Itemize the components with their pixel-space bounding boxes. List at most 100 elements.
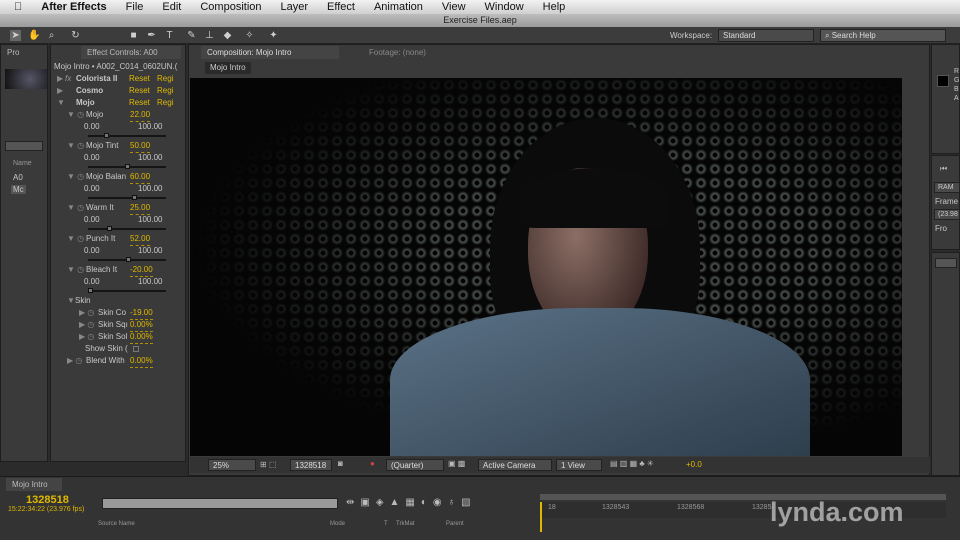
type-tool-icon[interactable]: T: [164, 30, 175, 41]
slider-knob[interactable]: [88, 288, 93, 293]
puppet-tool-icon[interactable]: ✦: [268, 30, 279, 41]
twirl-down-icon[interactable]: ▼ ◷: [67, 109, 84, 121]
param-slider[interactable]: [88, 257, 166, 262]
effect-row[interactable]: ▶ fx Colorista II Reset Regi: [55, 73, 183, 85]
source-name-header[interactable]: Source Name: [98, 521, 135, 527]
param-slider[interactable]: [88, 164, 166, 169]
tab-effect-controls[interactable]: Effect Controls: A00: [81, 46, 181, 59]
effect-row[interactable]: ▼ Mojo Reset Regi: [55, 97, 183, 109]
color-channels-icon[interactable]: ●: [370, 459, 375, 468]
magnification-select[interactable]: 25%: [208, 459, 256, 471]
param-slider[interactable]: [88, 133, 166, 138]
twirl-right-icon[interactable]: ▶ ◷: [79, 319, 94, 331]
snapshot-icon[interactable]: ◙: [338, 459, 343, 468]
skin-group[interactable]: ▼ Skin: [55, 295, 183, 307]
param-slider[interactable]: [88, 226, 166, 231]
slider-knob[interactable]: [132, 195, 138, 200]
twirl-down-icon[interactable]: ▼ ◷: [67, 202, 84, 214]
menu-file[interactable]: File: [126, 1, 144, 13]
project-search-input[interactable]: [5, 141, 43, 151]
param-slider[interactable]: [88, 195, 166, 200]
app-menu[interactable]: After Effects: [41, 1, 106, 13]
effects-search-input[interactable]: [935, 258, 957, 268]
twirl-right-icon[interactable]: ▶ ◷: [79, 331, 94, 343]
tab-footage[interactable]: Footage: (none): [363, 46, 426, 59]
twirl-right-icon[interactable]: ▶ ◷: [67, 355, 82, 367]
fx-icon[interactable]: fx: [65, 73, 71, 85]
slider-knob[interactable]: [104, 133, 110, 138]
tab-composition[interactable]: Composition: Mojo Intro: [201, 46, 339, 59]
slider-knob[interactable]: [126, 257, 132, 262]
menu-animation[interactable]: Animation: [374, 1, 423, 13]
clone-tool-icon[interactable]: ⊥: [204, 30, 215, 41]
twirl-down-icon[interactable]: ▼: [57, 97, 65, 109]
twirl-down-icon[interactable]: ▼ ◷: [67, 264, 84, 276]
tab-timeline-mojo-intro[interactable]: Mojo Intro: [6, 478, 62, 491]
tab-project[interactable]: Pro: [1, 46, 19, 59]
timeline-switches-icons[interactable]: ⇹▣◈▲▦◐◉♁▧: [346, 497, 477, 508]
menu-layer[interactable]: Layer: [281, 1, 309, 13]
region-of-interest-icon[interactable]: ▣ ▩: [448, 459, 465, 468]
first-frame-icon[interactable]: ⏮: [940, 164, 947, 174]
project-item[interactable]: A0: [13, 173, 23, 182]
hand-tool-icon[interactable]: ✋: [28, 30, 40, 41]
rectangle-tool-icon[interactable]: ■: [128, 30, 139, 41]
from-current-checkbox[interactable]: Fro: [935, 224, 947, 233]
twirl-right-icon[interactable]: ▶: [57, 73, 63, 85]
view-layout-select[interactable]: 1 View: [556, 459, 602, 471]
reset-link[interactable]: Reset: [129, 85, 150, 97]
param-slider[interactable]: [88, 288, 166, 293]
effect-row[interactable]: ▶ Cosmo Reset Regi: [55, 85, 183, 97]
composition-viewer[interactable]: [190, 78, 902, 456]
reset-link[interactable]: Reset: [129, 97, 150, 109]
resolution-select[interactable]: (Quarter): [386, 459, 444, 471]
register-link[interactable]: Regi: [157, 73, 173, 85]
zoom-tool-icon[interactable]: ⌕: [46, 30, 57, 41]
menu-view[interactable]: View: [442, 1, 466, 13]
register-link[interactable]: Regi: [157, 97, 173, 109]
pen-tool-icon[interactable]: ✒: [146, 30, 157, 41]
menu-window[interactable]: Window: [485, 1, 524, 13]
timeline-search-input[interactable]: [102, 498, 338, 509]
twirl-right-icon[interactable]: ▶: [57, 85, 63, 97]
brush-tool-icon[interactable]: ✎: [186, 30, 197, 41]
grid-icon[interactable]: ⊞ ⬚: [260, 460, 276, 469]
name-column-header[interactable]: Name: [13, 160, 32, 167]
param-value[interactable]: 0.00%: [130, 355, 153, 368]
frame-rate-select[interactable]: (23.98: [934, 209, 960, 220]
menu-edit[interactable]: Edit: [162, 1, 181, 13]
menu-help[interactable]: Help: [543, 1, 566, 13]
reset-link[interactable]: Reset: [129, 73, 150, 85]
slider-knob[interactable]: [125, 164, 130, 169]
menu-effect[interactable]: Effect: [327, 1, 355, 13]
twirl-down-icon[interactable]: ▼ ◷: [67, 233, 84, 245]
t-header[interactable]: T: [384, 521, 388, 527]
roto-tool-icon[interactable]: ✧: [244, 30, 255, 41]
parent-header[interactable]: Parent: [446, 521, 464, 527]
exposure-value[interactable]: +0.0: [686, 460, 702, 469]
twirl-right-icon[interactable]: ▶ ◷: [79, 307, 94, 319]
timeline-current-time[interactable]: 1328518: [26, 494, 69, 506]
camera-select[interactable]: Active Camera: [478, 459, 552, 471]
mode-header[interactable]: Mode: [330, 521, 345, 527]
view-options-icons[interactable]: ▤ ▥ ▦ ♣ ✳: [610, 459, 654, 468]
param-row: ▼ ◷ Mojo Tint 50.00: [55, 140, 183, 153]
current-time-indicator[interactable]: [540, 502, 546, 532]
show-skin-checkbox[interactable]: [133, 346, 139, 352]
search-help-input[interactable]: ⌕ Search Help: [820, 29, 946, 42]
slider-knob[interactable]: [106, 226, 112, 231]
current-time-display[interactable]: 1328518: [290, 459, 332, 471]
ram-preview-button[interactable]: RAM: [934, 182, 960, 193]
twirl-down-icon[interactable]: ▼ ◷: [67, 140, 84, 152]
apple-icon[interactable]: : [14, 1, 22, 13]
project-item[interactable]: Mc: [11, 185, 26, 194]
selection-tool-icon[interactable]: ➤: [10, 30, 21, 41]
eraser-tool-icon[interactable]: ◆: [222, 30, 233, 41]
register-link[interactable]: Regi: [157, 85, 173, 97]
comp-breadcrumb[interactable]: Mojo Intro: [205, 62, 251, 74]
trkmat-header[interactable]: TrkMat: [396, 521, 414, 527]
menu-composition[interactable]: Composition: [200, 1, 261, 13]
rotate-tool-icon[interactable]: ↻: [70, 30, 81, 41]
twirl-down-icon[interactable]: ▼ ◷: [67, 171, 84, 183]
workspace-select[interactable]: Standard: [718, 29, 814, 42]
